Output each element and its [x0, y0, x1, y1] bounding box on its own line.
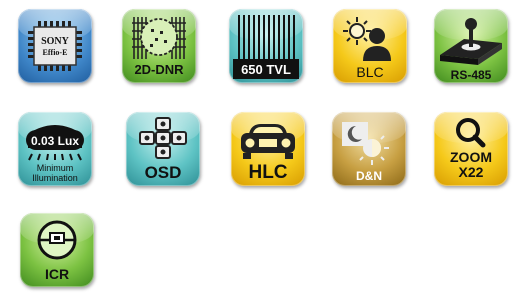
chip-brand-label: SONY [41, 36, 69, 47]
feature-caption: Minimum [36, 163, 74, 173]
feature-label: RS-485 [450, 68, 492, 82]
feature-label: BLC [356, 64, 384, 80]
feature-tile-osd: OSD [126, 112, 200, 186]
chip-model-label: Effio-E [42, 48, 68, 57]
feature-label: ICR [44, 266, 70, 282]
feature-label: D&N [356, 169, 382, 183]
feature-tile-d-and-n: D&N [332, 112, 406, 186]
feature-label: HLC [248, 162, 288, 183]
feature-label: 0.03 Lux [30, 134, 80, 148]
feature-label: ZOOM [450, 149, 492, 165]
feature-tile-icr: ICR [20, 213, 94, 287]
feature-label: OSD [144, 163, 182, 182]
feature-tile-blc: BLC [333, 9, 407, 83]
feature-tile-zoom-x22: ZOOM X22 [434, 112, 508, 186]
feature-caption: Illumination [32, 173, 78, 183]
feature-tile-sony-effio-e: SONY Effio-E [18, 9, 92, 83]
feature-label: X22 [458, 164, 484, 180]
feature-label: 650 TVL [241, 62, 291, 77]
feature-tile-2d-dnr: 2D-DNR [122, 9, 196, 83]
feature-tile-hlc: HLC [231, 112, 305, 186]
feature-tile-rs-485: RS-485 [434, 9, 508, 83]
feature-label: 2D-DNR [134, 62, 184, 77]
feature-tile-650-tvl: 650 TVL [229, 9, 303, 83]
feature-tile-0-03-lux: 0.03 Lux Minimum Illumination [18, 112, 92, 186]
